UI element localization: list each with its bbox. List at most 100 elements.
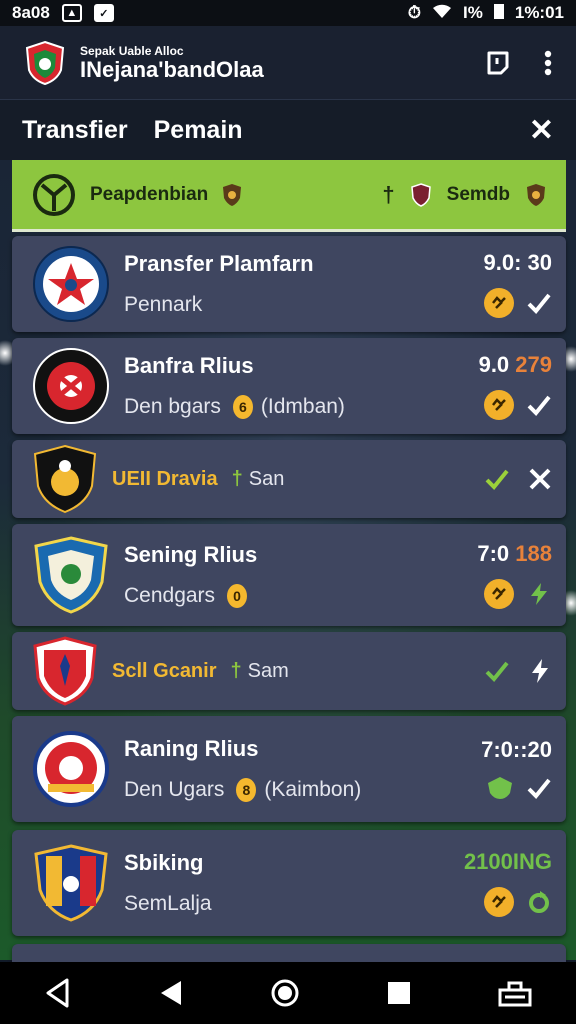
card-actions (484, 390, 552, 420)
card-right: 9.0 279 (479, 352, 552, 420)
status-time-left: 8a08 (12, 3, 50, 22)
coin-icon[interactable] (484, 390, 514, 420)
screen-title-a: Transfier (22, 115, 128, 144)
card-text: Sening Rlius Cendgars 0 (124, 542, 477, 608)
coin-icon[interactable] (484, 288, 514, 318)
list-item[interactable]: Banfra Rlius Den bgars 6 (Idmban) 9.0 27… (12, 338, 566, 434)
app-bar: Sepak Uable Alloc INejana'bandOlaa (0, 26, 576, 100)
check-icon[interactable] (526, 393, 552, 417)
check-icon[interactable] (526, 291, 552, 315)
list-item[interactable]: Raning Rlius Den Ugars 8 (Kaimbon) 7:0::… (12, 716, 566, 822)
card-actions (484, 579, 552, 609)
player-sub: SemLalja (124, 892, 464, 916)
player-sub-text: Den Ugars (124, 778, 225, 801)
player-sub-extra: (Kaimbon) (264, 778, 362, 801)
screen-title-b: Pemain (153, 115, 243, 144)
image-notification-icon: ▲ (61, 4, 82, 22)
player-name: UEII Dravia (112, 467, 218, 490)
status-time-right: 1%:01 (514, 3, 564, 22)
pin-icon[interactable]: † (382, 182, 394, 208)
list-item[interactable]: Pransfer Plamfarn Pennark 9.0: 30 (12, 236, 566, 332)
coin-badge: 6 (232, 395, 253, 419)
back-icon[interactable] (158, 979, 184, 1007)
refresh-icon[interactable] (526, 889, 552, 915)
transfer-time: 7:0 188 (477, 541, 552, 567)
player-sub: Den Ugars 8 (Kaimbon) (124, 778, 481, 802)
card-text: Sbiking SemLalja (124, 850, 464, 916)
wifi-icon (431, 3, 453, 24)
note-icon[interactable] (486, 50, 510, 76)
more-vert-icon[interactable] (544, 50, 552, 76)
bolt-icon[interactable] (526, 581, 552, 607)
filter-bar[interactable]: Peapdenbian † Semdb (12, 160, 566, 232)
shield-badge-icon (527, 183, 545, 206)
check-icon[interactable] (484, 467, 510, 491)
player-name: Raning Rlius (124, 736, 259, 761)
soccer-ball-icon (33, 173, 75, 216)
recents-icon[interactable] (386, 980, 412, 1006)
coin-badge: 8 (236, 778, 257, 802)
card-right: 7:0 188 (477, 541, 552, 609)
close-icon[interactable] (528, 467, 552, 491)
notification-icon: ✓ (93, 4, 114, 22)
status-right: ⏱ I% 1%:01 (408, 2, 564, 25)
club-crest-icon (33, 731, 109, 807)
club-crest-icon (33, 444, 97, 514)
card-right (484, 467, 552, 491)
transfer-time: 2100ING (463, 849, 552, 874)
card-text: UEII Dravia † San (112, 468, 484, 491)
player-sub: Pennark (124, 293, 484, 317)
close-icon[interactable]: ✕ (529, 113, 554, 148)
bolt-icon[interactable] (528, 657, 552, 685)
coin-icon[interactable] (484, 887, 514, 917)
card-actions (484, 657, 552, 685)
check-icon[interactable] (484, 659, 510, 683)
transfer-time: 9.0: 30 (483, 250, 553, 275)
player-line: Scll Gcanir † Sam (112, 660, 484, 683)
card-text: Banfra Rlius Den bgars 6 (Idmban) (124, 353, 479, 419)
card-actions (484, 887, 552, 917)
battery-percent: I% (463, 3, 483, 22)
app-actions (486, 50, 552, 76)
card-text: Scll Gcanir † Sam (112, 660, 484, 683)
player-name: Pransfer Plamfarn (124, 251, 314, 276)
list-item-partial[interactable] (12, 944, 566, 962)
time-part: 9.0 (478, 352, 516, 377)
system-nav-bar (0, 962, 576, 1024)
filter-right: † Semdb (382, 182, 546, 208)
shield-badge-icon (223, 183, 242, 206)
status-bar: 8a08 ▲ ✓ ⏱ I% 1%:01 (0, 0, 576, 26)
club-crest-icon (33, 246, 109, 322)
player-line: UEII Dravia † San (112, 468, 484, 491)
list-item[interactable]: Sbiking SemLalja 2100ING (12, 830, 566, 936)
player-sub-text: Den bgars (124, 395, 221, 418)
transfer-time: 7:0::20 (481, 737, 552, 762)
list-item[interactable]: Sening Rlius Cendgars 0 7:0 188 (12, 524, 566, 626)
club-crest-icon (34, 844, 108, 922)
player-name: Banfra Rlius (124, 353, 254, 378)
logo-shield-icon (25, 40, 65, 85)
transfer-arrow-icon: † (230, 659, 242, 682)
time-highlight: 279 (515, 352, 552, 377)
time-highlight: 188 (515, 541, 552, 566)
club-crest-icon (33, 348, 109, 424)
coin-icon[interactable] (484, 579, 514, 609)
player-sub-extra: (Idmban) (260, 395, 345, 418)
player-name: Sbiking (124, 850, 204, 875)
player-sub: Cendgars 0 (124, 584, 477, 608)
shield-leaf-icon[interactable] (486, 775, 514, 801)
keyboard-icon[interactable] (497, 978, 533, 1008)
back-outline-icon[interactable] (43, 977, 73, 1009)
home-icon[interactable] (270, 978, 300, 1008)
list-item[interactable]: UEII Dravia † San (12, 440, 566, 518)
player-sub-text: Sam (247, 659, 289, 682)
filter-right-label: Semdb (446, 183, 510, 205)
list-item[interactable]: Scll Gcanir † Sam (12, 632, 566, 710)
card-right (484, 657, 552, 685)
player-sub-text: SemLalja (124, 892, 212, 915)
card-text: Pransfer Plamfarn Pennark (124, 251, 484, 317)
club-crest-icon (33, 636, 97, 706)
club-crest-icon (34, 536, 108, 614)
player-sub-text: San (248, 467, 285, 490)
check-icon[interactable] (526, 776, 552, 800)
